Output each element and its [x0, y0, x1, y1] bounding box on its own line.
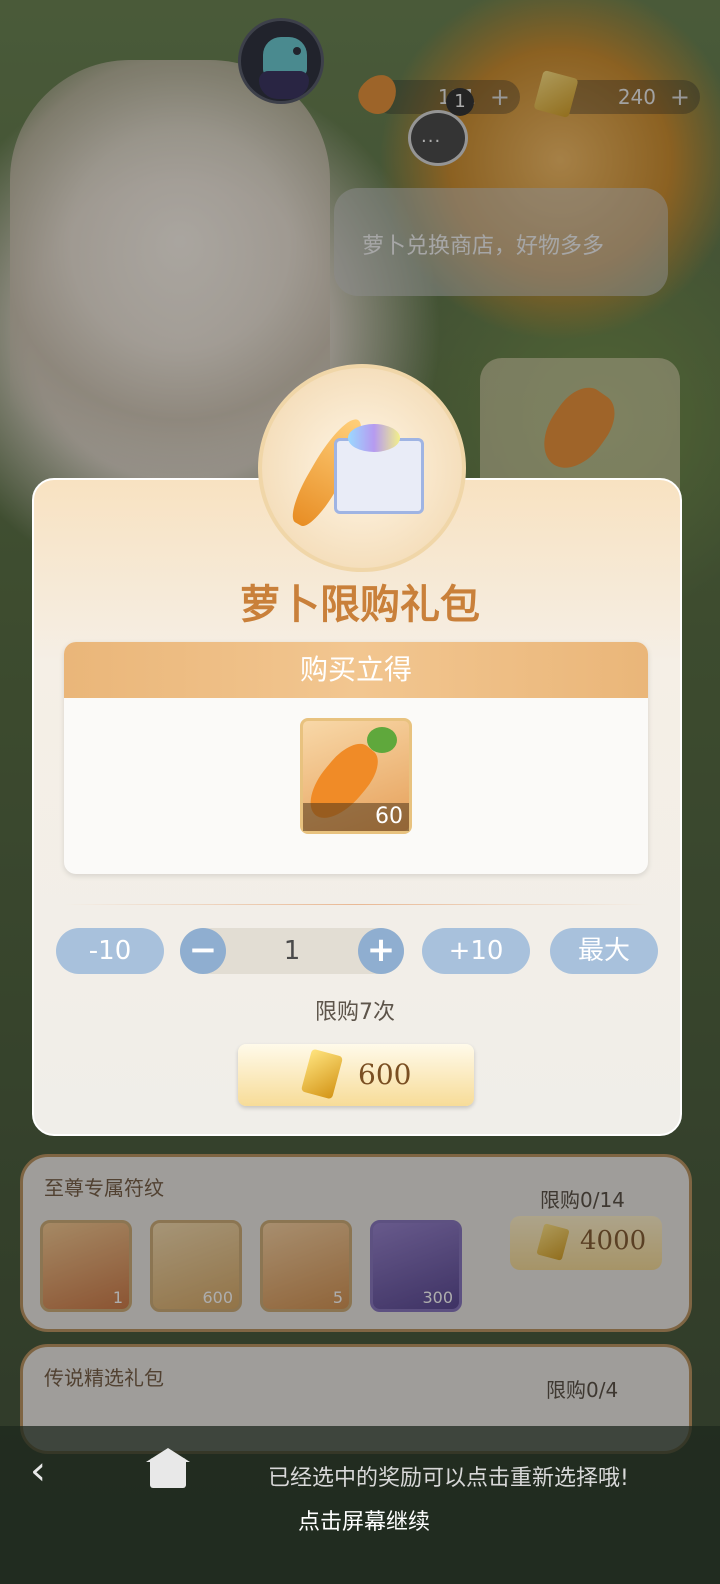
gift-pack-icon: [258, 364, 466, 572]
gem-icon: [300, 1048, 344, 1100]
quantity-stepper: − 1 +: [180, 928, 404, 974]
home-button[interactable]: [142, 1448, 192, 1492]
reward-carrot-item[interactable]: 60: [298, 718, 412, 834]
increment-button[interactable]: +: [358, 928, 404, 974]
purchase-limit-text: 限购7次: [315, 1000, 395, 1025]
divider: [64, 904, 648, 905]
plus-10-button[interactable]: +10: [422, 928, 530, 974]
reward-count: 60: [303, 803, 409, 831]
buy-price: 600: [358, 1058, 412, 1091]
reward-panel: 购买立得 60: [64, 642, 648, 874]
back-arrow-icon: ‹: [30, 1448, 46, 1494]
back-button[interactable]: ‹: [30, 1448, 80, 1494]
buy-button[interactable]: 600: [238, 1044, 474, 1106]
tap-to-continue[interactable]: 点击屏幕继续: [0, 1504, 720, 1536]
max-button[interactable]: 最大: [550, 928, 658, 974]
reward-header: 购买立得: [64, 642, 648, 698]
reselect-hint: 已经选中的奖励可以点击重新选择哦!: [268, 1466, 629, 1491]
modal-title: 萝卜限购礼包: [240, 581, 480, 628]
minus-10-button[interactable]: -10: [56, 928, 164, 974]
